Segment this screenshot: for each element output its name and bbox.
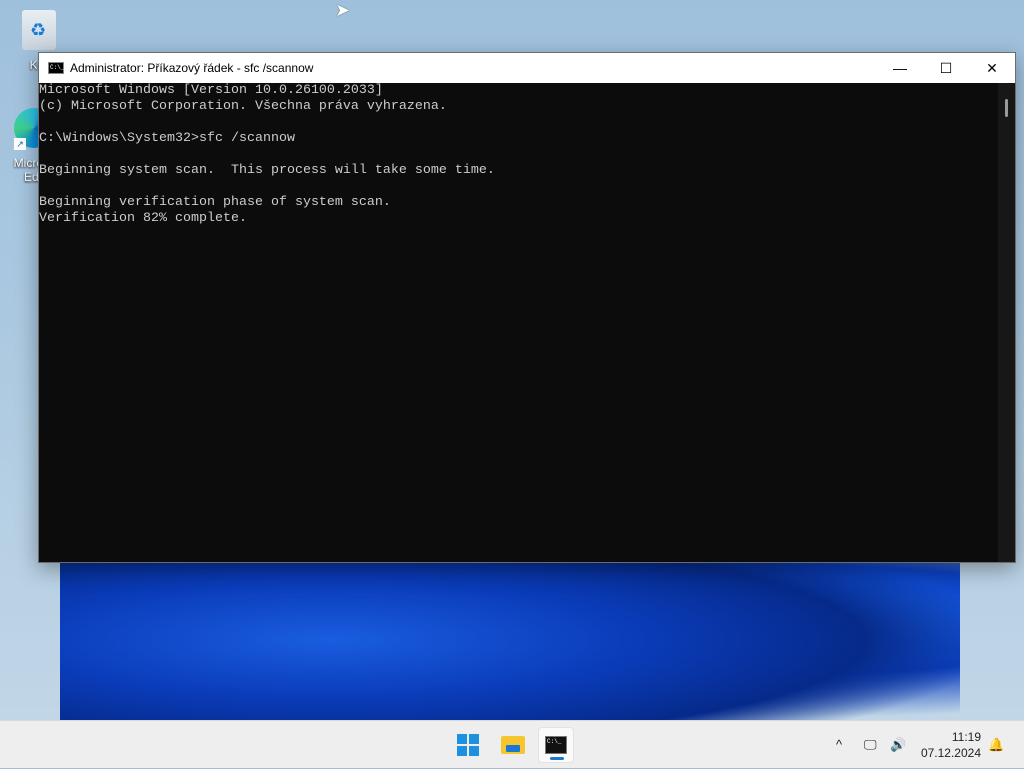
network-icon[interactable]: 🖵	[864, 721, 877, 769]
cmd-taskbar-button[interactable]: C:\_	[538, 727, 574, 763]
show-hidden-icons-button[interactable]: ^	[836, 721, 842, 769]
start-button[interactable]	[450, 727, 486, 763]
time: 11:19	[951, 730, 981, 744]
console-line: Beginning verification phase of system s…	[39, 195, 391, 210]
cmd-icon: C:\_	[48, 62, 64, 74]
console-line: (c) Microsoft Corporation. Všechna práva…	[39, 99, 447, 114]
console-line: C:\Windows\System32>sfc /scannow	[39, 131, 295, 146]
mouse-cursor-icon: ➤	[335, 0, 351, 20]
active-indicator	[550, 757, 564, 760]
title-bar[interactable]: C:\_ Administrator: Příkazový řádek - sf…	[39, 53, 1015, 83]
shortcut-arrow-icon: ↗	[14, 138, 26, 150]
terminal-icon: C:\_	[545, 736, 567, 754]
file-explorer-button[interactable]	[495, 727, 531, 763]
console-line: Microsoft Windows [Version 10.0.26100.20…	[39, 83, 383, 98]
cmd-window: C:\_ Administrator: Příkazový řádek - sf…	[38, 52, 1016, 563]
minimize-button[interactable]: —	[877, 53, 923, 83]
taskbar: C:\_ ^ 🖵 🔊 11:19 07.12.2024 🔔	[0, 720, 1024, 768]
scrollbar[interactable]	[998, 83, 1015, 562]
console-line: Verification 82% complete.	[39, 211, 247, 226]
scrollbar-thumb[interactable]	[1005, 99, 1008, 117]
notifications-icon[interactable]: 🔔	[988, 721, 1004, 769]
console-line: Beginning system scan. This process will…	[39, 163, 495, 178]
recycle-bin-icon[interactable]: ♻	[22, 10, 56, 50]
maximize-button[interactable]: ☐	[923, 53, 969, 83]
window-title: Administrator: Příkazový řádek - sfc /sc…	[70, 61, 314, 75]
folder-icon	[501, 736, 525, 754]
console-output[interactable]: Microsoft Windows [Version 10.0.26100.20…	[39, 83, 998, 562]
volume-icon[interactable]: 🔊	[890, 721, 906, 769]
date: 07.12.2024	[920, 746, 981, 760]
clock[interactable]: 11:19 07.12.2024	[921, 729, 981, 761]
windows-logo-icon	[457, 734, 479, 756]
close-button[interactable]: ✕	[969, 53, 1015, 83]
